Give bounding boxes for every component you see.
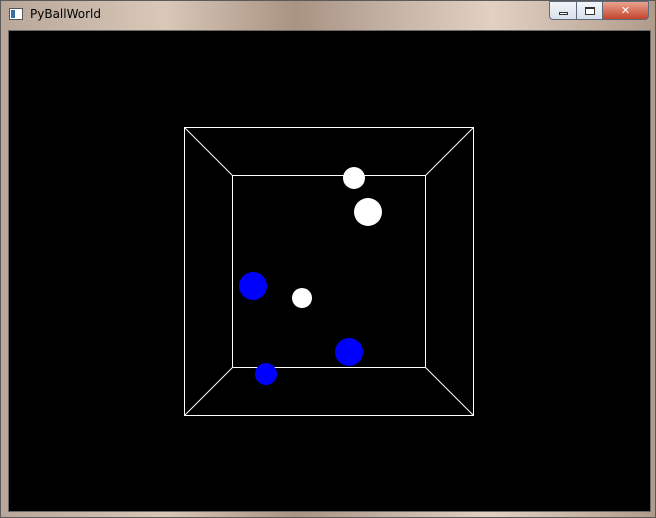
render-canvas[interactable] — [8, 30, 651, 512]
close-button[interactable]: ✕ — [602, 1, 649, 20]
window-app-icon[interactable] — [9, 8, 23, 20]
caption-buttons: ✕ — [549, 1, 649, 20]
blue-ball — [255, 363, 277, 385]
minimize-icon — [558, 11, 568, 15]
box-edge-top-right — [425, 127, 474, 176]
close-icon: ✕ — [620, 4, 631, 17]
app-window: PyBallWorld ✕ — [0, 0, 656, 518]
blue-ball — [239, 272, 267, 300]
maximize-button[interactable] — [576, 1, 602, 20]
box-edge-top-left — [184, 127, 233, 176]
minimize-button[interactable] — [549, 1, 576, 20]
box-edge-bottom-left — [184, 367, 233, 416]
wireframe-box — [184, 127, 474, 416]
white-ball — [354, 198, 382, 226]
white-ball — [343, 167, 365, 189]
window-title: PyBallWorld — [30, 7, 101, 21]
maximize-icon — [584, 6, 595, 15]
title-bar[interactable]: PyBallWorld ✕ — [1, 1, 655, 29]
scene-svg — [184, 127, 474, 416]
white-ball — [292, 288, 312, 308]
blue-ball — [335, 338, 363, 366]
balls — [239, 167, 382, 385]
box-edge-bottom-right — [425, 367, 474, 416]
box-inner-frame — [232, 175, 426, 368]
